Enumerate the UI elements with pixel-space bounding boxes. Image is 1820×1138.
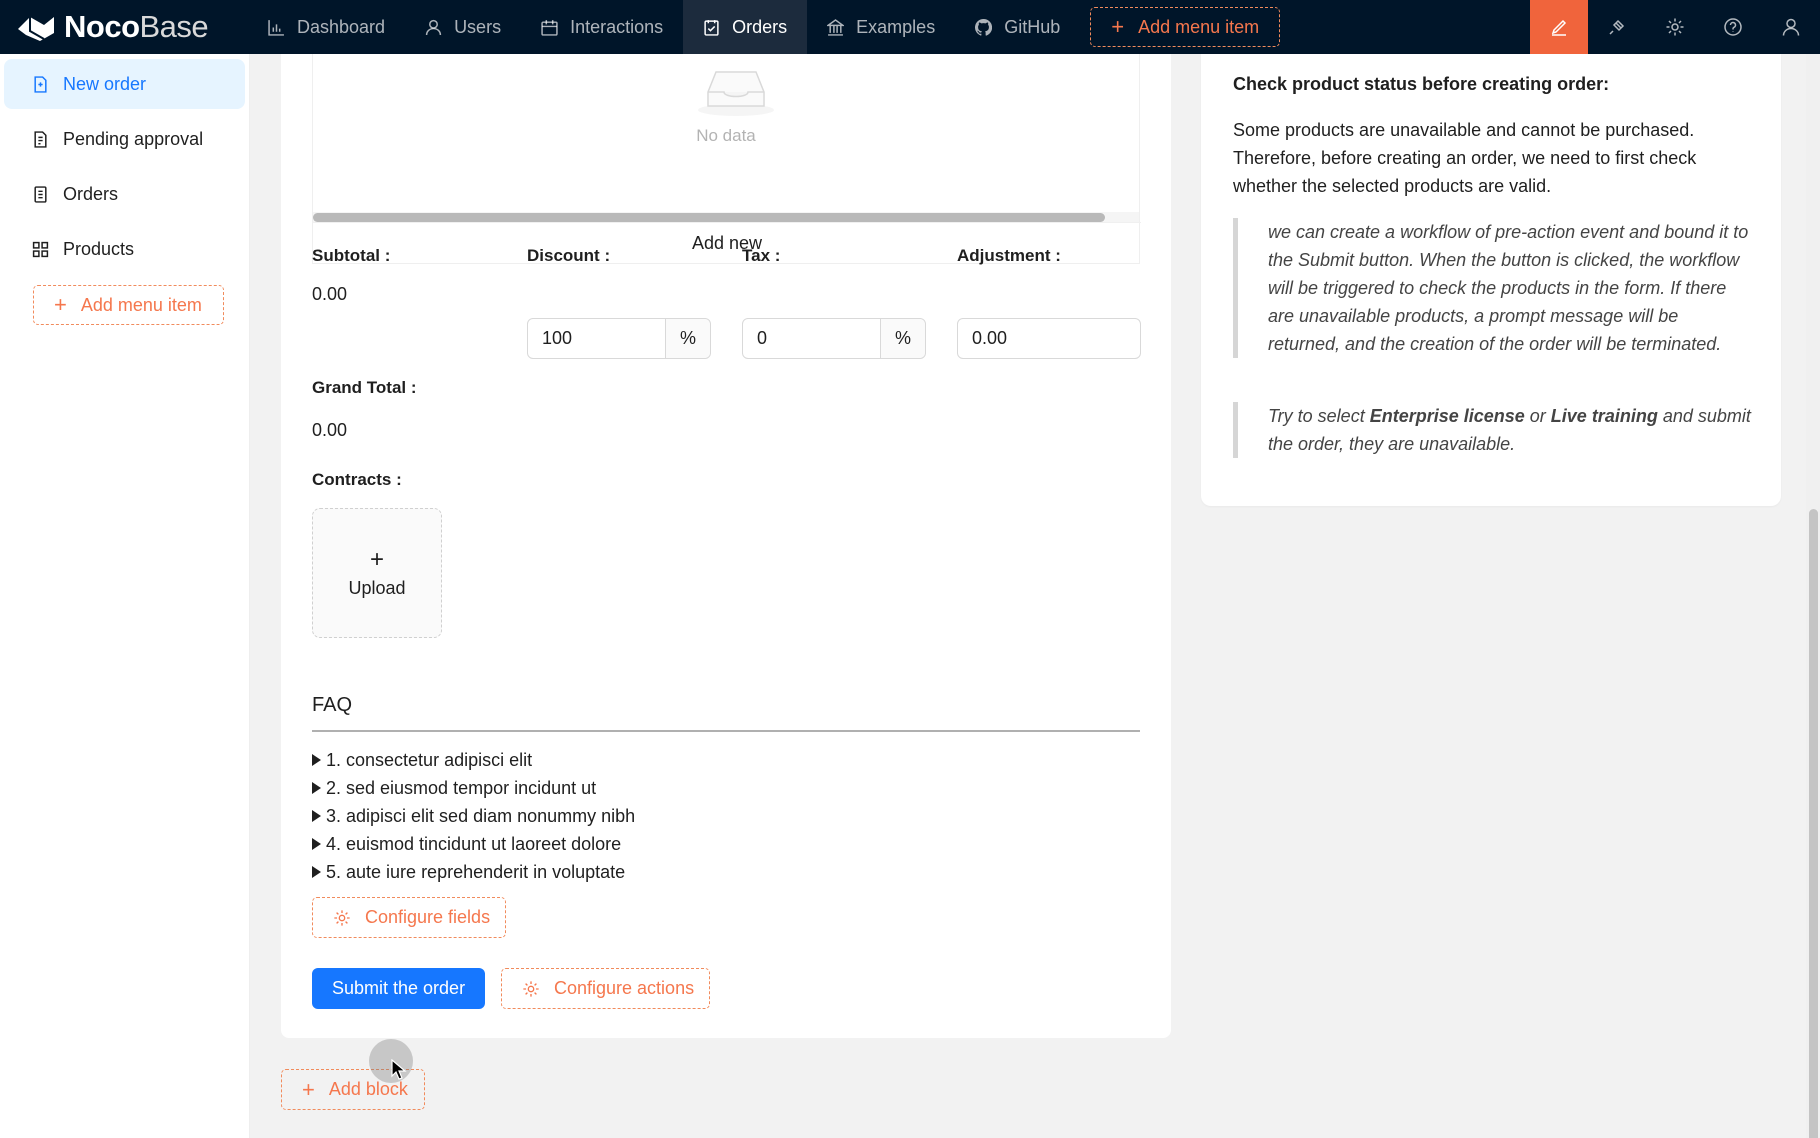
tax-value: 0	[757, 328, 768, 348]
page-vertical-scrollbar[interactable]	[1806, 54, 1820, 1138]
github-icon	[975, 18, 993, 36]
subtotal-label: Subtotal :	[312, 246, 391, 265]
discount-unit: %	[665, 319, 710, 358]
nav-item-label: Users	[454, 16, 502, 37]
faq-title: FAQ	[312, 694, 353, 716]
mouse-cursor-icon	[391, 1059, 407, 1080]
nav-item-dashboard[interactable]: Dashboard	[248, 0, 405, 54]
nav-item-github[interactable]: GitHub	[955, 0, 1080, 54]
info-paragraph: Some products are unavailable and cannot…	[1233, 120, 1697, 196]
tax-label: Tax :	[742, 246, 781, 265]
file-sync-icon	[34, 130, 47, 148]
table-horizontal-scrollbar[interactable]	[313, 212, 1139, 222]
gear-icon	[334, 909, 350, 926]
adjustment-label: Adjustment :	[957, 246, 1061, 265]
plus-icon: +	[302, 1076, 315, 1102]
appstore-icon	[32, 241, 49, 257]
sidebar-item-products[interactable]: Products	[4, 224, 245, 274]
faq-item[interactable]: 3. adipisci elit sed diam nonummy nibh	[312, 802, 635, 830]
sidebar: New order Pending approval Orders Produc…	[0, 54, 250, 1138]
nav-item-label: Examples	[856, 16, 936, 37]
bar-chart-icon	[268, 19, 284, 36]
contracts-label: Contracts :	[312, 470, 402, 489]
nav-item-interactions[interactable]: Interactions	[521, 0, 683, 54]
question-icon	[1724, 18, 1742, 36]
user-icon	[1782, 18, 1800, 36]
nav-item-label: Orders	[732, 16, 788, 37]
info-card: Check product status before creating ord…	[1201, 54, 1781, 506]
gear-icon	[1666, 18, 1684, 36]
submit-order-button[interactable]: Submit the order	[312, 968, 486, 1009]
logo-text: NocoBase	[64, 9, 209, 44]
adjustment-value: 0.00	[972, 328, 1008, 348]
discount-label: Discount :	[527, 246, 611, 265]
info-title: Check product status before creating ord…	[1233, 74, 1610, 94]
plus-icon: +	[54, 292, 67, 317]
faq-item[interactable]: 1. consectetur adipisci elit	[312, 746, 635, 774]
logo-icon	[18, 17, 54, 41]
caret-right-icon	[312, 838, 321, 850]
plus-icon: +	[369, 545, 384, 573]
grand-total-value: 0.00	[312, 420, 348, 440]
file-text-icon	[34, 185, 47, 203]
faq-item[interactable]: 5. aute iure reprehenderit in voluptate	[312, 858, 635, 886]
faq-item[interactable]: 2. sed eiusmod tempor incidunt ut	[312, 774, 635, 802]
user-menu-button[interactable]	[1762, 0, 1820, 54]
calendar-icon	[541, 19, 558, 36]
nav-item-users[interactable]: Users	[405, 0, 521, 54]
faq-list: 1. consectetur adipisci elit 2. sed eius…	[312, 746, 635, 886]
caret-right-icon	[312, 754, 321, 766]
configure-fields-button[interactable]: Configure fields	[312, 897, 507, 938]
sidebar-item-orders[interactable]: Orders	[4, 169, 245, 219]
tax-input[interactable]: 0 %	[742, 318, 926, 359]
sidebar-add-menu-item-button[interactable]: + Add menu item	[33, 285, 224, 325]
nav-item-label: GitHub	[1004, 16, 1061, 37]
configure-actions-button[interactable]: Configure actions	[501, 968, 711, 1009]
order-items-table: No data Add new	[312, 54, 1141, 264]
caret-right-icon	[312, 782, 321, 794]
top-nav: Dashboard Users Interactions Orders Exam…	[248, 0, 1281, 54]
sidebar-item-new-order[interactable]: New order	[4, 59, 245, 109]
empty-text: No data	[696, 126, 756, 145]
help-button[interactable]	[1704, 0, 1762, 54]
scrollbar-thumb[interactable]	[313, 213, 1105, 222]
adjustment-input[interactable]: 0.00	[957, 318, 1141, 359]
tax-unit: %	[880, 319, 925, 358]
scrollbar-thumb[interactable]	[1809, 509, 1818, 1138]
gear-icon	[523, 980, 539, 997]
top-right-actions	[1530, 0, 1820, 54]
faq-divider	[312, 730, 1140, 732]
plus-icon: +	[1111, 14, 1125, 39]
upload-button[interactable]: + Upload	[312, 508, 442, 638]
nav-item-orders[interactable]: Orders	[683, 0, 808, 54]
bank-icon	[827, 18, 845, 36]
plug-icon	[1609, 19, 1625, 35]
nav-item-label: Dashboard	[297, 16, 386, 37]
info-quote-try: Try to select Enterprise license or Live…	[1233, 402, 1753, 458]
caret-right-icon	[312, 810, 321, 822]
discount-input[interactable]: 100 %	[527, 318, 711, 359]
schedule-icon	[704, 19, 719, 36]
subtotal-value: 0.00	[312, 284, 348, 304]
empty-inbox-icon	[698, 71, 774, 116]
logo[interactable]: NocoBase	[0, 0, 248, 54]
faq-item[interactable]: 4. euismod tincidunt ut laoreet dolore	[312, 830, 635, 858]
nav-item-label: Interactions	[570, 16, 664, 37]
user-icon	[425, 19, 442, 35]
caret-right-icon	[312, 866, 321, 878]
order-form-card: No data Add new Subtotal : 0.00 Discount…	[281, 54, 1171, 1038]
discount-value: 100	[542, 328, 573, 348]
plugin-manager-button[interactable]	[1588, 0, 1646, 54]
sidebar-item-pending-approval[interactable]: Pending approval	[4, 114, 245, 164]
settings-button[interactable]	[1646, 0, 1704, 54]
file-add-icon	[34, 75, 47, 93]
add-menu-item-button[interactable]: + Add menu item	[1090, 7, 1281, 47]
upload-label: Upload	[348, 577, 406, 598]
top-navbar: NocoBase Dashboard Users Interactions Or…	[0, 0, 1820, 54]
nav-item-examples[interactable]: Examples	[807, 0, 955, 54]
ui-editor-button[interactable]	[1530, 0, 1588, 54]
highlighter-icon	[1551, 19, 1567, 36]
info-quote-workflow: we can create a workflow of pre-action e…	[1233, 218, 1753, 358]
grand-total-label: Grand Total :	[312, 378, 417, 397]
